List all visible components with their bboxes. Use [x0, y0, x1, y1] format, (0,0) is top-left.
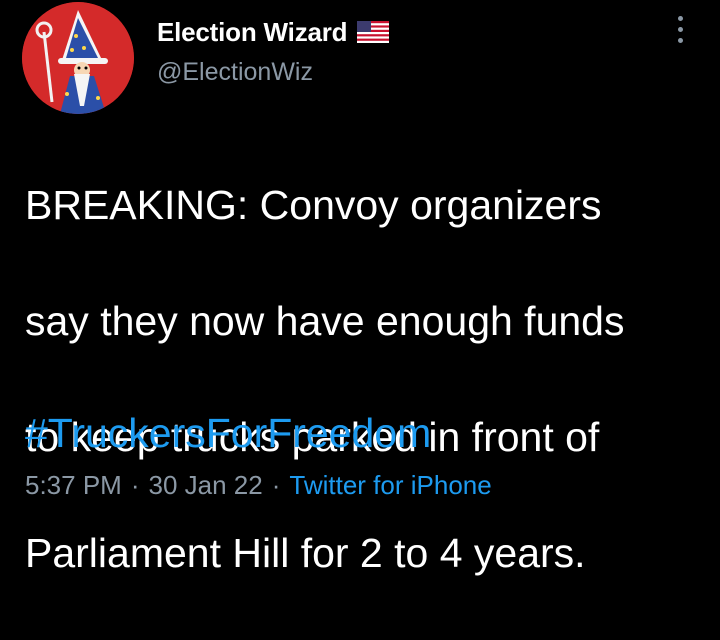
tweet-text-line: BREAKING: Convoy organizers — [25, 182, 602, 228]
wizard-avatar-icon[interactable] — [22, 2, 134, 114]
meta-separator: · — [130, 470, 140, 500]
tweet-text-line: say they now have enough funds — [25, 298, 625, 344]
tweet-date[interactable]: 30 Jan 22 — [149, 470, 263, 501]
hashtag-link[interactable]: #TruckersForFreedom — [25, 404, 431, 462]
tweet-source-link[interactable]: Twitter for iPhone — [289, 470, 491, 501]
tweet-time[interactable]: 5:37 PM — [25, 470, 122, 501]
author-handle[interactable]: @ElectionWiz — [157, 58, 313, 87]
tweet-text: BREAKING: Convoy organizers say they now… — [25, 118, 705, 640]
tweet: Election Wizard @ElectionWiz BREAKING: C… — [0, 0, 720, 576]
more-options-icon[interactable] — [670, 16, 690, 48]
meta-separator: · — [271, 470, 281, 500]
tweet-meta: 5:37 PM · 30 Jan 22 · Twitter for iPhone — [25, 470, 492, 501]
author-name-row[interactable]: Election Wizard — [157, 14, 390, 50]
author-display-name[interactable]: Election Wizard — [157, 17, 348, 48]
us-flag-icon — [357, 21, 390, 43]
tweet-text-line: Parliament Hill for 2 to 4 years. — [25, 530, 586, 576]
